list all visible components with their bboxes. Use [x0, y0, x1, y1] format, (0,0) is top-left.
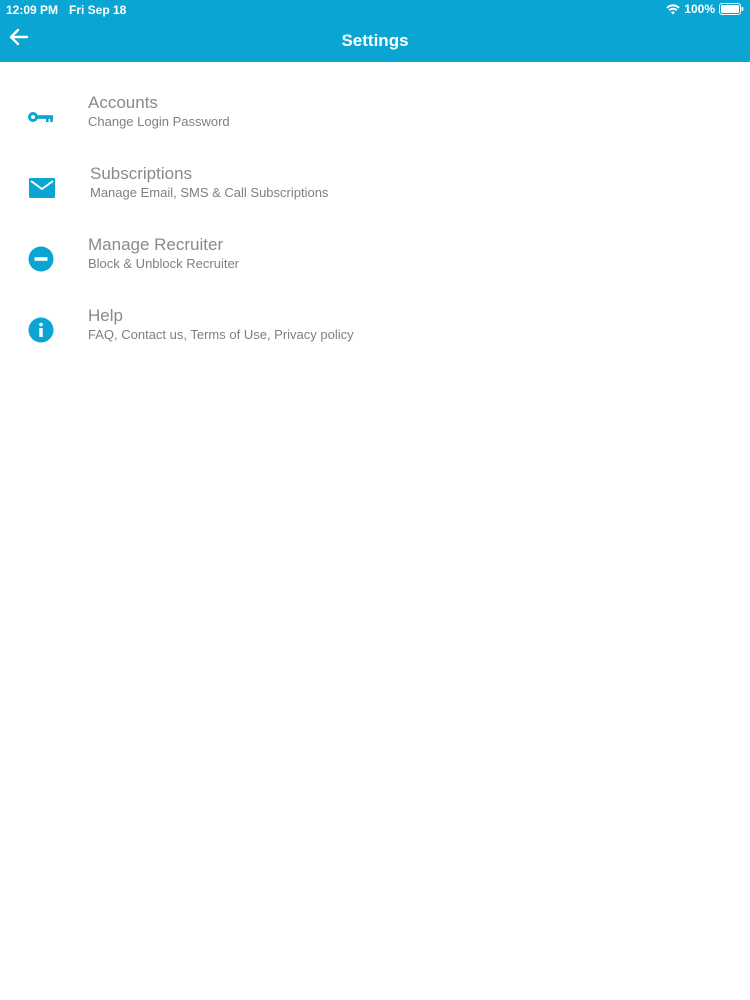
nav-bar: Settings [0, 20, 750, 62]
status-time: 12:09 PM [6, 3, 59, 17]
mail-icon [28, 174, 56, 202]
settings-item-subtitle: Change Login Password [88, 114, 230, 129]
settings-item-text: Manage Recruiter Block & Unblock Recruit… [88, 235, 239, 273]
settings-item-help[interactable]: Help FAQ, Contact us, Terms of Use, Priv… [0, 275, 750, 346]
block-icon [27, 245, 55, 273]
app-header: 12:09 PM Fri Sep 18 100% Settings [0, 0, 750, 62]
status-date: Fri Sep 18 [69, 3, 127, 17]
settings-item-text: Subscriptions Manage Email, SMS & Call S… [90, 164, 328, 202]
settings-item-subscriptions[interactable]: Subscriptions Manage Email, SMS & Call S… [0, 133, 750, 204]
settings-item-title: Subscriptions [90, 164, 193, 183]
status-indicators: 100% [666, 2, 744, 16]
key-icon [27, 103, 55, 131]
settings-item-text: Help FAQ, Contact us, Terms of Use, Priv… [88, 306, 354, 344]
status-bar: 12:09 PM Fri Sep 18 100% [0, 0, 750, 20]
settings-item-title: Help [88, 306, 123, 325]
settings-item-title: Accounts [88, 93, 158, 112]
wifi-icon [666, 3, 680, 15]
battery-percentage: 100% [684, 2, 715, 16]
settings-item-subtitle: FAQ, Contact us, Terms of Use, Privacy p… [88, 327, 354, 342]
settings-item-subtitle: Block & Unblock Recruiter [88, 256, 239, 271]
settings-item-manage-recruiter[interactable]: Manage Recruiter Block & Unblock Recruit… [0, 204, 750, 275]
battery-icon [719, 3, 744, 15]
info-icon [27, 316, 55, 344]
settings-list: Accounts Change Login Password Subscript… [0, 62, 750, 346]
settings-item-title: Manage Recruiter [88, 235, 224, 254]
page-title: Settings [341, 31, 409, 50]
settings-item-accounts[interactable]: Accounts Change Login Password [0, 62, 750, 133]
settings-item-text: Accounts Change Login Password [88, 93, 230, 131]
settings-item-subtitle: Manage Email, SMS & Call Subscriptions [90, 185, 329, 200]
